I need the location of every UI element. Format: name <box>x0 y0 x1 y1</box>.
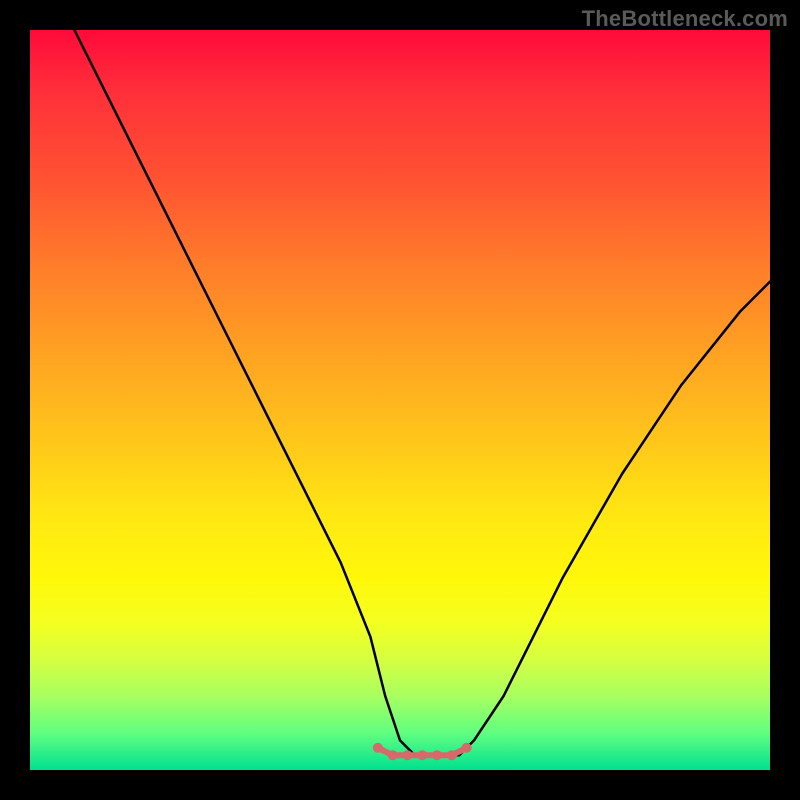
watermark-text: TheBottleneck.com <box>582 6 788 32</box>
bottleneck-curve-line <box>74 30 770 755</box>
curve-svg <box>30 30 770 770</box>
plot-area <box>30 30 770 770</box>
tolerance-markers <box>373 743 472 760</box>
chart-frame: TheBottleneck.com <box>0 0 800 800</box>
